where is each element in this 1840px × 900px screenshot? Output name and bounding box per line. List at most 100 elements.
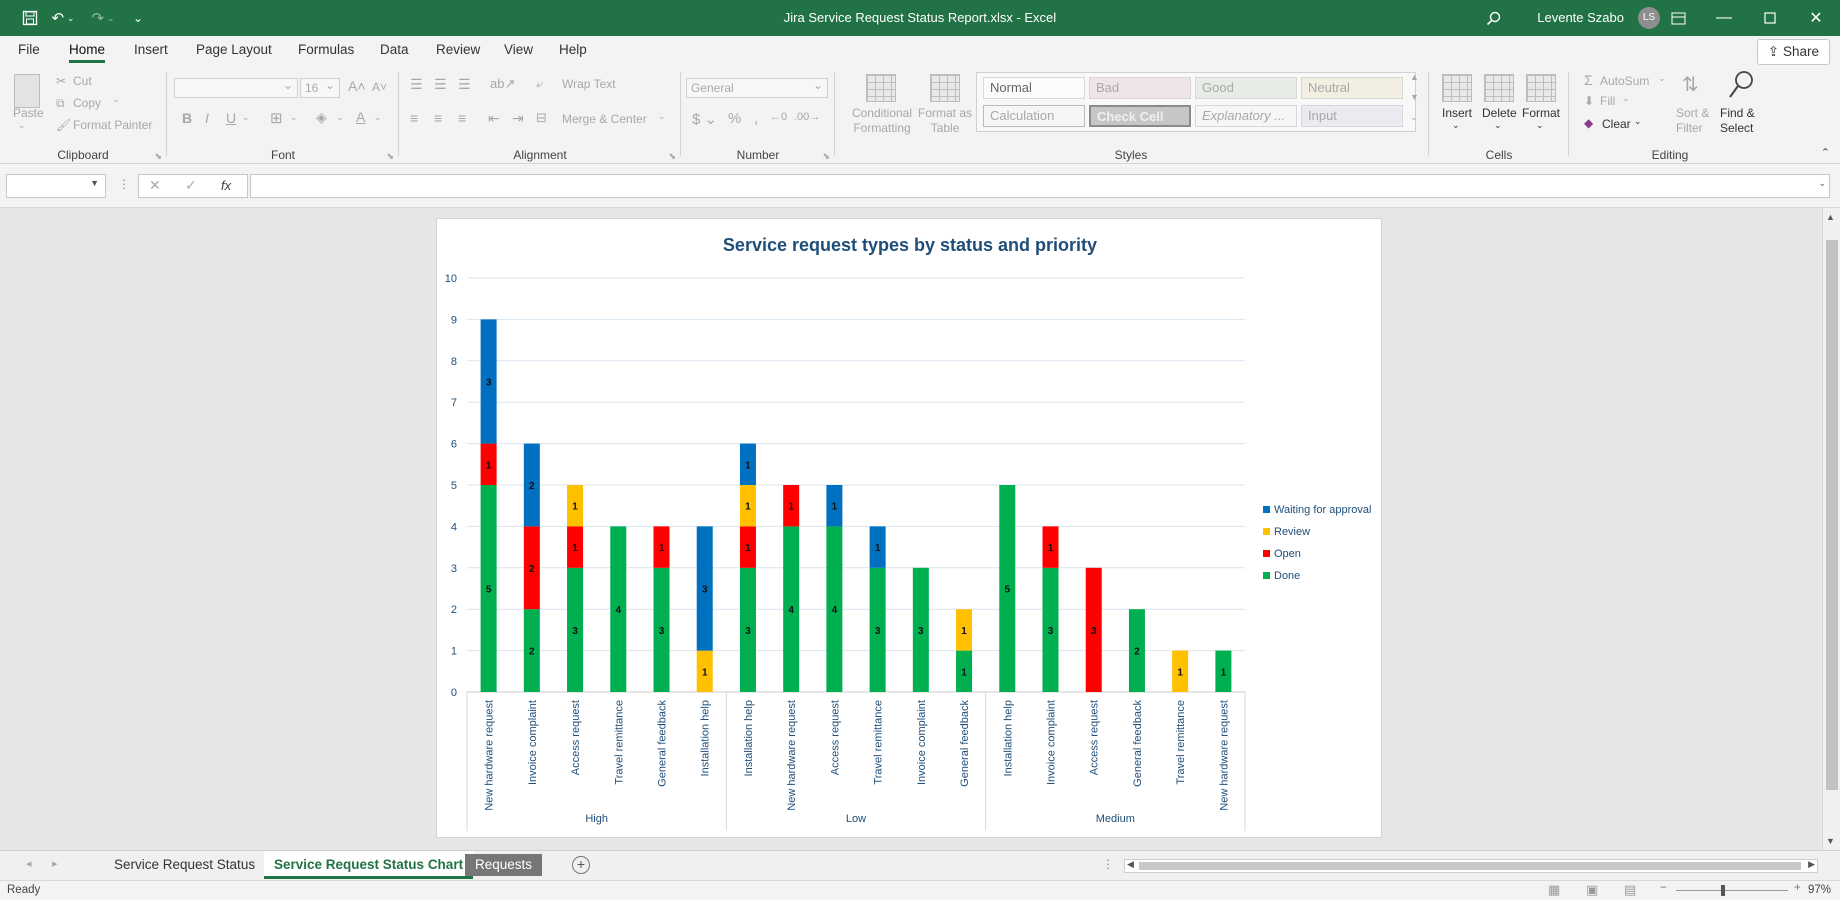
style-input[interactable]: Input <box>1301 105 1403 127</box>
number-format-select[interactable]: General <box>686 76 828 98</box>
font-color-dropdown-icon[interactable]: ⌄ <box>374 112 382 123</box>
merge-dropdown-icon[interactable]: ⌄ <box>658 111 666 122</box>
underline-icon[interactable]: U <box>226 110 236 126</box>
font-size-select[interactable]: 16 <box>300 76 340 98</box>
style-explanatory[interactable]: Explanatory ... <box>1195 105 1297 127</box>
fill-color-dropdown-icon[interactable]: ⌄ <box>336 112 344 123</box>
scroll-up-icon[interactable]: ▲ <box>1826 212 1835 222</box>
decrease-decimal-icon[interactable]: .00→ <box>794 111 820 123</box>
sheet-tab-service-request-status[interactable]: Service Request Status <box>104 851 265 879</box>
close-icon[interactable]: ✕ <box>1793 0 1839 36</box>
sheet-tab-service-request-status-chart[interactable]: Service Request Status Chart <box>264 851 474 879</box>
style-bad[interactable]: Bad <box>1089 77 1191 99</box>
align-left-icon[interactable]: ≡ <box>410 110 418 126</box>
italic-icon[interactable]: I <box>205 110 209 126</box>
underline-dropdown-icon[interactable]: ⌄ <box>242 112 250 123</box>
sheet-tab-requests[interactable]: Requests <box>465 854 543 876</box>
tab-view[interactable]: View <box>504 42 533 57</box>
gallery-down-icon[interactable]: ▼ <box>1410 92 1419 102</box>
font-color-icon[interactable]: A <box>356 109 365 125</box>
align-right-icon[interactable]: ≡ <box>458 110 466 126</box>
orientation-icon[interactable]: ab↗ <box>490 76 515 92</box>
expand-formula-icon[interactable]: ⌄ <box>1818 178 1826 189</box>
currency-icon[interactable]: $ ⌄ <box>692 110 717 128</box>
style-check-cell[interactable]: Check Cell <box>1089 105 1191 127</box>
tab-file[interactable]: File <box>18 42 40 57</box>
borders-icon[interactable]: ⊞ <box>270 109 283 127</box>
scroll-down-icon[interactable]: ▼ <box>1826 836 1835 846</box>
align-center-icon[interactable]: ≡ <box>434 110 442 126</box>
paste-button[interactable]: Paste <box>13 106 44 120</box>
maximize-icon[interactable] <box>1747 0 1793 36</box>
borders-dropdown-icon[interactable]: ⌄ <box>290 112 298 123</box>
tab-split-grip-icon[interactable]: ⋮ <box>1102 857 1114 871</box>
minimize-icon[interactable]: — <box>1701 0 1747 36</box>
search-icon[interactable] <box>1480 0 1506 36</box>
clipboard-launcher-icon[interactable]: ⬊ <box>154 151 162 162</box>
format-cells-button[interactable]: Format <box>1522 106 1560 120</box>
confirm-entry-icon[interactable]: ✓ <box>185 177 197 194</box>
vertical-scrollbar[interactable]: ▲ ▼ <box>1822 208 1840 850</box>
delete-dropdown-icon[interactable]: ⌄ <box>1494 120 1502 131</box>
zoom-slider-thumb[interactable] <box>1721 885 1725 896</box>
wrap-text-button[interactable]: Wrap Text <box>562 77 616 91</box>
undo-icon[interactable]: ↶ ⌄ <box>48 0 78 36</box>
align-top-icon[interactable]: ☰ <box>410 76 423 93</box>
horizontal-scroll-thumb[interactable] <box>1139 862 1801 870</box>
chart-area[interactable]: Service request types by status and prio… <box>436 218 1382 838</box>
normal-view-icon[interactable]: ▦ <box>1548 882 1560 898</box>
scroll-right-icon[interactable]: ▶ <box>1808 859 1815 870</box>
format-dropdown-icon[interactable]: ⌄ <box>1536 120 1544 131</box>
style-calculation[interactable]: Calculation <box>983 105 1085 127</box>
conditional-formatting-button[interactable]: Conditional Formatting <box>848 106 916 136</box>
copy-dropdown-icon[interactable]: ⌄ <box>112 94 120 105</box>
gallery-up-icon[interactable]: ▲ <box>1410 72 1419 82</box>
tab-home[interactable]: Home <box>69 42 106 63</box>
stacked-bar-chart[interactable]: Service request types by status and prio… <box>437 219 1383 839</box>
scroll-left-icon[interactable]: ◀ <box>1127 859 1134 870</box>
zoom-in-icon[interactable]: + <box>1794 882 1801 894</box>
delete-cells-button[interactable]: Delete <box>1482 106 1517 120</box>
decrease-indent-icon[interactable]: ⇤ <box>488 110 500 127</box>
font-name-select[interactable] <box>174 76 298 98</box>
align-bottom-icon[interactable]: ☰ <box>458 76 471 93</box>
find-select-button[interactable]: Find & Select <box>1720 106 1764 136</box>
comma-icon[interactable]: , <box>754 110 758 127</box>
scroll-tabs-left-icon[interactable]: ◂ <box>26 857 32 870</box>
page-layout-view-icon[interactable]: ▣ <box>1586 882 1598 898</box>
name-box-dropdown-icon[interactable]: ▼ <box>90 178 99 188</box>
vertical-scroll-thumb[interactable] <box>1826 240 1838 790</box>
tab-formulas[interactable]: Formulas <box>298 42 354 57</box>
tab-page-layout[interactable]: Page Layout <box>196 42 272 57</box>
fill-color-icon[interactable]: ◈ <box>316 109 327 126</box>
decrease-font-icon[interactable]: A˅ <box>372 80 387 94</box>
scroll-tabs-right-icon[interactable]: ▸ <box>52 857 58 870</box>
style-normal[interactable]: Normal <box>983 77 1085 99</box>
tab-data[interactable]: Data <box>380 42 409 57</box>
insert-cells-button[interactable]: Insert <box>1442 106 1472 120</box>
customize-quick-access-icon[interactable]: ⌄ <box>128 0 148 36</box>
new-sheet-icon[interactable]: + <box>572 856 590 874</box>
share-button[interactable]: ⇪ Share <box>1756 39 1830 65</box>
formula-input[interactable] <box>250 174 1830 198</box>
autosum-button[interactable]: AutoSum <box>1600 74 1649 88</box>
number-launcher-icon[interactable]: ⬊ <box>822 151 830 162</box>
tab-insert[interactable]: Insert <box>134 42 168 57</box>
zoom-level[interactable]: 97% <box>1808 884 1831 896</box>
percent-icon[interactable]: % <box>728 110 741 127</box>
page-break-view-icon[interactable]: ▤ <box>1624 882 1636 898</box>
insert-dropdown-icon[interactable]: ⌄ <box>1452 120 1460 131</box>
paste-dropdown-icon[interactable]: ⌄ <box>18 120 26 131</box>
tab-help[interactable]: Help <box>559 42 587 57</box>
horizontal-scrollbar[interactable]: ◀ ▶ <box>1124 859 1818 873</box>
cancel-entry-icon[interactable]: ✕ <box>149 177 161 194</box>
merge-center-button[interactable]: Merge & Center <box>562 112 647 126</box>
sort-filter-button[interactable]: Sort & Filter <box>1676 106 1716 136</box>
increase-font-icon[interactable]: A˄ <box>348 78 366 94</box>
increase-indent-icon[interactable]: ⇥ <box>512 110 524 127</box>
name-box[interactable]: ▼ <box>6 174 106 198</box>
alignment-launcher-icon[interactable]: ⬊ <box>668 151 676 162</box>
format-as-table-button[interactable]: Format as Table <box>916 106 974 136</box>
redo-icon[interactable]: ↷ ⌄ <box>88 0 118 36</box>
insert-function-icon[interactable]: fx <box>221 178 231 193</box>
